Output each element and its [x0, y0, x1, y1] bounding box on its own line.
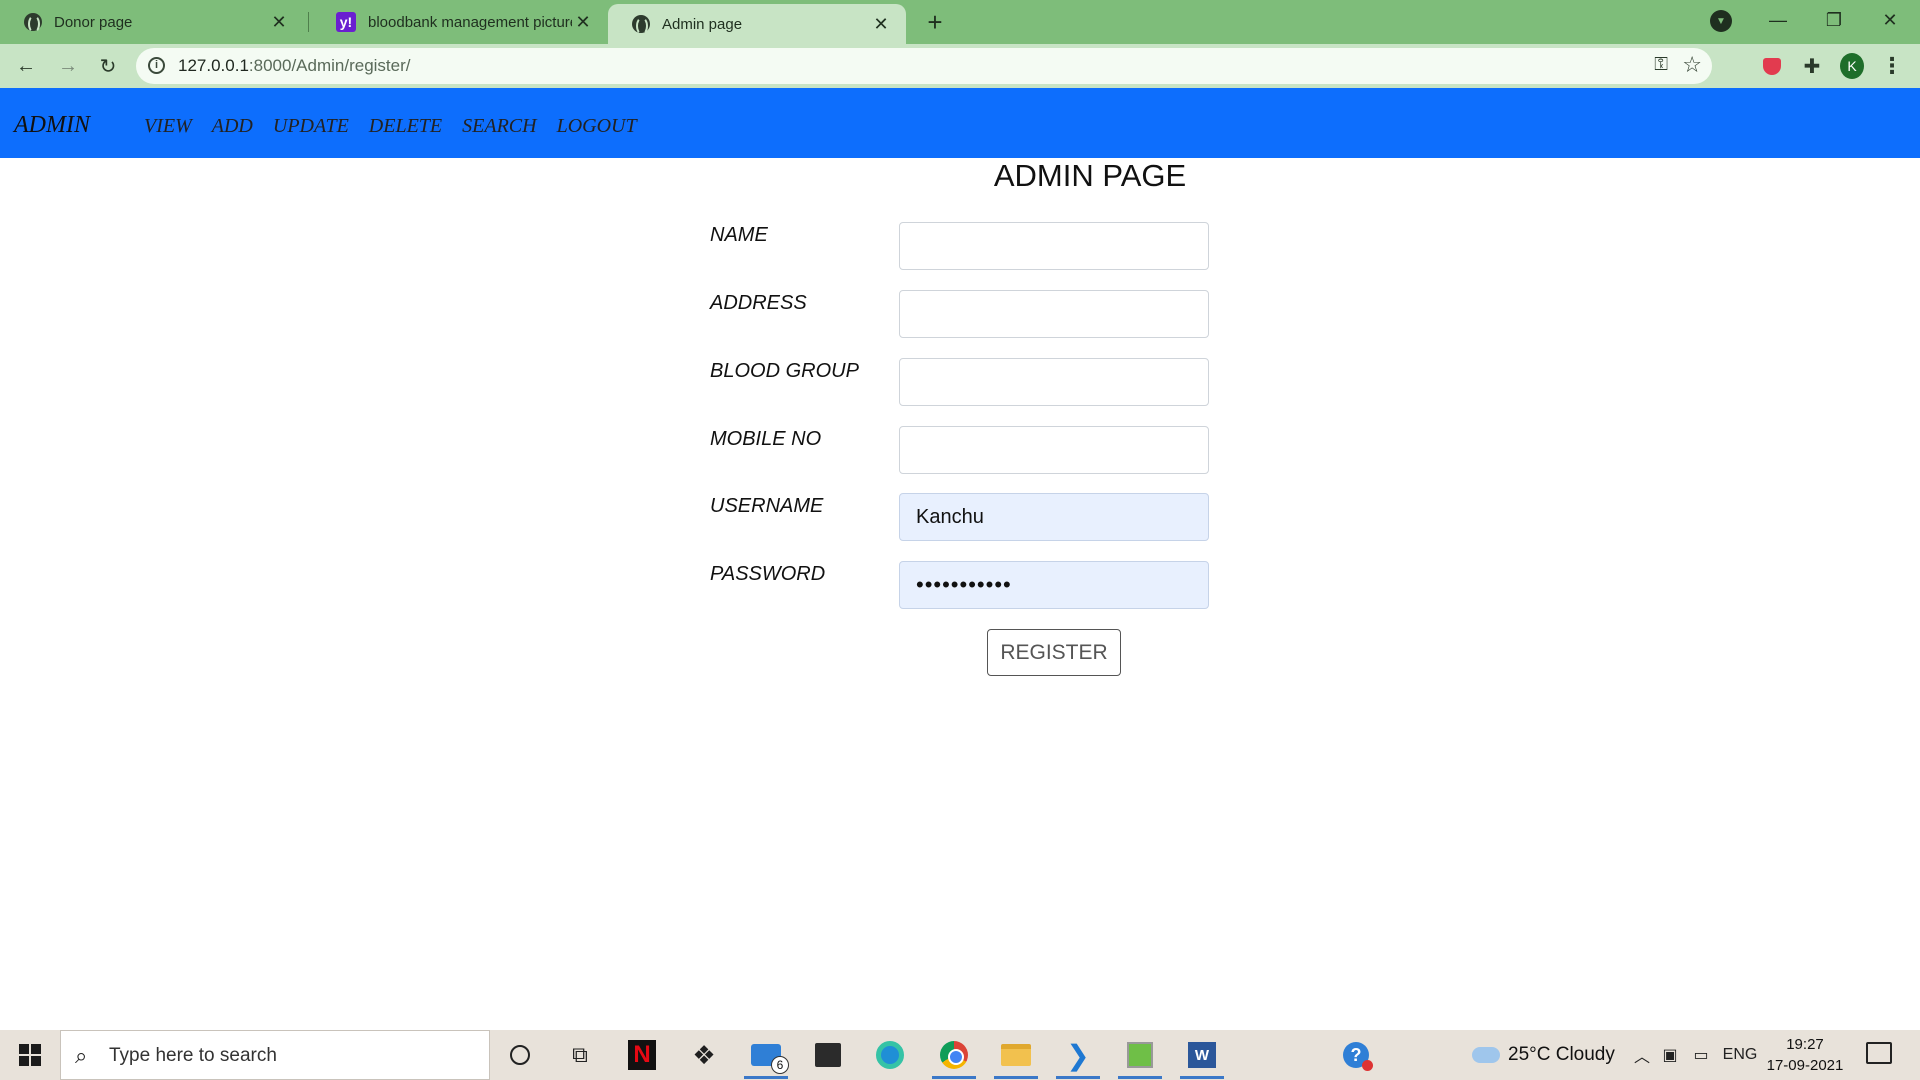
clock-time: 19:27 [1786, 1036, 1824, 1053]
navbar-brand[interactable]: ADMIN [14, 112, 90, 139]
browser-tab-bar: Donor page ✕ y! bloodbank management pic… [0, 0, 1920, 44]
page-title: ADMIN PAGE [993, 158, 1187, 193]
browser-toolbar: ← → ↻ i 127.0.0.1:8000/Admin/register/ ⚿… [0, 44, 1920, 88]
form-row-username: USERNAME [710, 493, 1210, 541]
name-label: NAME [710, 224, 768, 246]
chrome-icon[interactable] [924, 1030, 984, 1080]
tab-admin-page[interactable]: Admin page ✕ [608, 4, 906, 44]
register-button[interactable]: REGISTER [987, 629, 1121, 676]
language-indicator[interactable]: ENG [1722, 1030, 1758, 1080]
tab-title: Donor page [54, 13, 133, 31]
nav-link-logout[interactable]: LOGOUT [557, 115, 637, 138]
close-tab-icon[interactable]: ✕ [268, 11, 290, 33]
password-input[interactable] [899, 561, 1209, 609]
reload-icon[interactable]: ↻ [94, 52, 122, 80]
profile-avatar[interactable]: K [1840, 53, 1864, 79]
start-button[interactable] [0, 1030, 60, 1080]
form-row-password: PASSWORD [710, 561, 1210, 609]
tab-donor-page[interactable]: Donor page ✕ [0, 0, 304, 44]
store-icon[interactable] [798, 1030, 858, 1080]
close-window-icon[interactable]: ✕ [1862, 0, 1918, 40]
search-icon: ⌕ [75, 1043, 88, 1068]
battery-icon[interactable]: ▭ [1688, 1030, 1714, 1080]
netflix-icon[interactable]: N [612, 1030, 672, 1080]
nav-link-add[interactable]: ADD [212, 115, 253, 138]
new-tab-icon[interactable]: + [921, 8, 949, 36]
key-icon[interactable]: ⚿ [1654, 54, 1668, 75]
admin-navbar: ADMIN VIEW ADD UPDATE DELETE SEARCH LOGO… [0, 88, 1920, 158]
address-label: ADDRESS [710, 292, 807, 314]
word-icon[interactable]: W [1172, 1030, 1232, 1080]
form-row-blood-group: BLOOD GROUP [710, 358, 1210, 406]
mail-icon[interactable]: 6 [736, 1030, 796, 1080]
username-input[interactable] [899, 493, 1209, 541]
minimize-icon[interactable]: — [1750, 0, 1806, 40]
restore-icon[interactable]: ❐ [1806, 0, 1862, 40]
cortana-icon[interactable] [490, 1030, 550, 1080]
address-bar[interactable]: i 127.0.0.1:8000/Admin/register/ ⚿ ☆ [136, 48, 1712, 84]
nav-link-search[interactable]: SEARCH [462, 115, 536, 138]
extensions-puzzle-icon[interactable]: ✚ [1800, 54, 1824, 78]
nav-link-view[interactable]: VIEW [144, 115, 192, 138]
edge-icon[interactable] [860, 1030, 920, 1080]
weather-widget[interactable]: 25°C Cloudy [1472, 1030, 1615, 1080]
mobile-label: MOBILE NO [710, 428, 822, 450]
cloud-icon [1472, 1047, 1500, 1063]
tab-bloodbank-pictures[interactable]: y! bloodbank management pictures ✕ [312, 0, 608, 44]
forward-arrow-icon[interactable]: → [54, 52, 82, 80]
password-label: PASSWORD [710, 563, 826, 585]
tab-title: bloodbank management pictures [368, 13, 572, 31]
file-explorer-icon[interactable] [986, 1030, 1046, 1080]
url-path: :8000/Admin/register/ [248, 56, 411, 75]
mail-badge: 6 [771, 1056, 789, 1074]
windows-taskbar: ⌕ Type here to search ⧉ N ❖ 6 ❯ W ? 25°C… [0, 1030, 1920, 1080]
taskbar-search-box[interactable]: ⌕ Type here to search [60, 1030, 490, 1080]
tab-title: Admin page [662, 15, 743, 33]
back-arrow-icon[interactable]: ← [12, 52, 40, 80]
close-tab-icon[interactable]: ✕ [572, 11, 594, 33]
tab-search-icon[interactable]: ▼ [1710, 10, 1732, 32]
mobile-input[interactable] [899, 426, 1209, 474]
vscode-icon[interactable]: ❯ [1048, 1030, 1108, 1080]
site-info-icon[interactable]: i [148, 57, 165, 74]
form-row-name: NAME [710, 222, 1210, 270]
tray-chevron-up-icon[interactable]: ︿ [1630, 1030, 1654, 1080]
help-icon[interactable]: ? [1326, 1030, 1386, 1080]
dropbox-icon[interactable]: ❖ [674, 1030, 734, 1080]
weather-text: 25°C Cloudy [1508, 1044, 1615, 1065]
form-row-mobile: MOBILE NO [710, 426, 1210, 474]
bookmark-star-icon[interactable]: ☆ [1682, 52, 1702, 78]
meet-now-icon[interactable]: ▣ [1658, 1030, 1682, 1080]
notification-icon[interactable] [1866, 1042, 1892, 1064]
navbar-links: VIEW ADD UPDATE DELETE SEARCH LOGOUT [144, 115, 637, 138]
paint-icon[interactable] [1110, 1030, 1170, 1080]
url-host: 127.0.0.1 [178, 56, 249, 75]
search-placeholder: Type here to search [109, 1045, 277, 1066]
close-tab-icon[interactable]: ✕ [870, 13, 892, 35]
address-input[interactable] [899, 290, 1209, 338]
task-view-icon[interactable]: ⧉ [550, 1030, 610, 1080]
clock-date: 17-09-2021 [1766, 1057, 1844, 1074]
globe-icon [24, 13, 42, 33]
blood-group-input[interactable] [899, 358, 1209, 406]
form-row-address: ADDRESS [710, 290, 1210, 338]
more-menu-icon[interactable]: ⋮ [1880, 53, 1904, 78]
windows-logo-icon [19, 1044, 41, 1066]
blood-group-label: BLOOD GROUP [710, 360, 859, 382]
tab-separator [308, 12, 309, 32]
yahoo-icon: y! [336, 12, 356, 32]
nav-link-delete[interactable]: DELETE [369, 115, 442, 138]
pocket-extension-icon[interactable] [1760, 54, 1784, 78]
username-label: USERNAME [710, 495, 824, 517]
taskbar-clock[interactable]: 19:27 17-09-2021 [1762, 1034, 1848, 1076]
globe-icon [632, 15, 650, 35]
name-input[interactable] [899, 222, 1209, 270]
url-text: 127.0.0.1:8000/Admin/register/ [178, 56, 411, 76]
nav-link-update[interactable]: UPDATE [273, 115, 349, 138]
